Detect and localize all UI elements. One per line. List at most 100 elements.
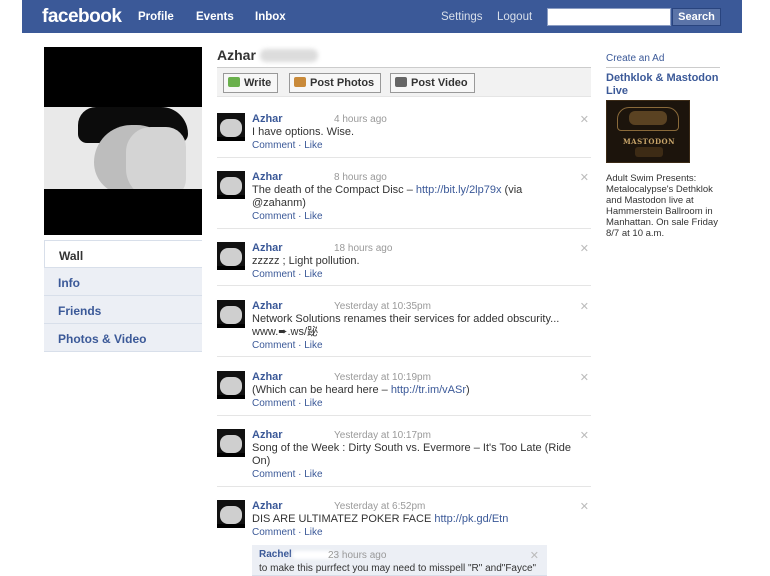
story-text: (Which can be heard here – http://tr.im/… bbox=[252, 384, 577, 397]
delete-comment-icon[interactable]: ✕ bbox=[530, 549, 539, 562]
create-ad-link[interactable]: Create an Ad bbox=[606, 53, 664, 64]
video-camera-icon bbox=[395, 77, 407, 87]
story-link[interactable]: http://tr.im/vASr bbox=[391, 384, 466, 396]
story-actions[interactable]: Comment · Like bbox=[252, 211, 323, 222]
ad-emblem-base bbox=[635, 147, 663, 157]
remove-story-icon[interactable]: ✕ bbox=[580, 500, 589, 513]
story-author[interactable]: Azhar bbox=[252, 500, 283, 512]
nav-events[interactable]: Events bbox=[196, 11, 234, 23]
comment-time[interactable]: 23 hours ago bbox=[328, 550, 386, 561]
author-avatar[interactable] bbox=[217, 242, 245, 270]
nav-profile[interactable]: Profile bbox=[138, 11, 174, 23]
comment-author[interactable]: Rachel bbox=[259, 549, 292, 560]
profile-picture[interactable] bbox=[44, 47, 202, 235]
author-avatar[interactable] bbox=[217, 171, 245, 199]
nav-inbox[interactable]: Inbox bbox=[255, 11, 286, 23]
story-text-body: Network Solutions renames their services… bbox=[252, 313, 560, 338]
remove-story-icon[interactable]: ✕ bbox=[580, 113, 589, 126]
speech-bubble-icon bbox=[228, 77, 240, 87]
wall-story: Azhar Yesterday at 10:19pm ✕ (Which can … bbox=[217, 371, 591, 416]
profile-name: Azhar bbox=[217, 47, 256, 63]
story-text: zzzzz ; Light pollution. bbox=[252, 255, 577, 268]
author-avatar[interactable] bbox=[217, 300, 245, 328]
story-time[interactable]: Yesterday at 10:17pm bbox=[334, 430, 431, 441]
tab-wall[interactable]: Wall bbox=[44, 240, 202, 268]
story-author[interactable]: Azhar bbox=[252, 242, 283, 254]
story-time[interactable]: 18 hours ago bbox=[334, 243, 392, 254]
story-time[interactable]: 8 hours ago bbox=[334, 172, 387, 183]
post-photos-button[interactable]: Post Photos bbox=[289, 73, 382, 93]
ad-title[interactable]: Dethklok & Mastodon Live bbox=[606, 72, 726, 98]
remove-story-icon[interactable]: ✕ bbox=[580, 171, 589, 184]
story-link[interactable]: http://pk.gd/Etn bbox=[434, 513, 508, 525]
remove-story-icon[interactable]: ✕ bbox=[580, 300, 589, 313]
remove-story-icon[interactable]: ✕ bbox=[580, 242, 589, 255]
author-avatar[interactable] bbox=[217, 429, 245, 457]
wall-story: Azhar Yesterday at 10:35pm ✕ Network Sol… bbox=[217, 300, 591, 357]
wall-story: Azhar 18 hours ago ✕ zzzzz ; Light pollu… bbox=[217, 242, 591, 286]
facebook-logo[interactable]: facebook bbox=[42, 6, 122, 28]
story-author[interactable]: Azhar bbox=[252, 371, 283, 383]
story-text-body: Song of the Week : Dirty South vs. Everm… bbox=[252, 442, 572, 467]
post-photos-label: Post Photos bbox=[310, 77, 375, 89]
story-author[interactable]: Azhar bbox=[252, 429, 283, 441]
story-text: The death of the Compact Disc – http://b… bbox=[252, 184, 577, 210]
story-actions[interactable]: Comment · Like bbox=[252, 469, 323, 480]
redacted-surname bbox=[260, 49, 318, 62]
author-avatar[interactable] bbox=[217, 500, 245, 528]
ad-image-label: MASTODON bbox=[622, 137, 676, 146]
story-time[interactable]: Yesterday at 6:52pm bbox=[334, 501, 425, 512]
story-time[interactable]: Yesterday at 10:19pm bbox=[334, 372, 431, 383]
tab-photos-video[interactable]: Photos & Video bbox=[44, 324, 202, 352]
publisher-bar: Write Post Photos Post Video bbox=[217, 67, 591, 97]
profile-tabs: Wall Info Friends Photos & Video bbox=[44, 240, 202, 352]
remove-story-icon[interactable]: ✕ bbox=[580, 371, 589, 384]
story-time[interactable]: Yesterday at 10:35pm bbox=[334, 301, 431, 312]
story-actions[interactable]: Comment · Like bbox=[252, 527, 323, 538]
story-actions[interactable]: Comment · Like bbox=[252, 340, 323, 351]
story-text: DIS ARE ULTIMATEZ POKER FACE http://pk.g… bbox=[252, 513, 577, 526]
wall-story: Azhar 8 hours ago ✕ The death of the Com… bbox=[217, 171, 591, 229]
story-text-body: I have options. Wise. bbox=[252, 126, 355, 138]
author-avatar[interactable] bbox=[217, 371, 245, 399]
story-link[interactable]: http://bit.ly/2lp79x bbox=[416, 184, 502, 196]
tab-info[interactable]: Info bbox=[44, 268, 202, 296]
ad-text: Adult Swim Presents: Metalocalypse's Det… bbox=[606, 173, 718, 239]
comment-box: Rachel 23 hours ago ✕ to make this purrf… bbox=[252, 545, 547, 576]
story-text-body: zzzzz ; Light pollution. bbox=[252, 255, 360, 267]
wall-story: Azhar Yesterday at 6:52pm ✕ DIS ARE ULTI… bbox=[217, 500, 591, 545]
write-button-label: Write bbox=[244, 77, 272, 89]
story-time[interactable]: 4 hours ago bbox=[334, 114, 387, 125]
author-avatar[interactable] bbox=[217, 113, 245, 141]
story-actions[interactable]: Comment · Like bbox=[252, 140, 323, 151]
wall-story: Azhar 4 hours ago ✕ I have options. Wise… bbox=[217, 113, 591, 158]
profile-picture-bottom-bar bbox=[44, 189, 202, 235]
story-text-body: DIS ARE ULTIMATEZ POKER FACE bbox=[252, 513, 435, 525]
story-actions[interactable]: Comment · Like bbox=[252, 269, 323, 280]
wall-story: Azhar Yesterday at 10:17pm ✕ Song of the… bbox=[217, 429, 591, 487]
story-author[interactable]: Azhar bbox=[252, 300, 283, 312]
post-video-label: Post Video bbox=[411, 77, 468, 89]
story-text-body: (Which can be heard here – bbox=[252, 384, 391, 396]
top-bar: facebook Profile Events Inbox Settings L… bbox=[22, 0, 742, 33]
story-text: Song of the Week : Dirty South vs. Everm… bbox=[252, 442, 577, 468]
ad-divider bbox=[606, 67, 720, 68]
nav-logout[interactable]: Logout bbox=[497, 11, 532, 23]
profile-picture-top-bar bbox=[44, 47, 202, 107]
story-author[interactable]: Azhar bbox=[252, 113, 283, 125]
story-actions[interactable]: Comment · Like bbox=[252, 398, 323, 409]
ad-image[interactable]: MASTODON bbox=[606, 100, 690, 163]
story-text: I have options. Wise. bbox=[252, 126, 577, 139]
photo-icon bbox=[294, 77, 306, 87]
post-video-button[interactable]: Post Video bbox=[390, 73, 475, 93]
search-input[interactable] bbox=[547, 8, 671, 26]
remove-story-icon[interactable]: ✕ bbox=[580, 429, 589, 442]
nav-settings[interactable]: Settings bbox=[441, 11, 483, 23]
story-text-body: The death of the Compact Disc – bbox=[252, 184, 416, 196]
story-author[interactable]: Azhar bbox=[252, 171, 283, 183]
ad-emblem-center bbox=[629, 111, 667, 125]
write-button[interactable]: Write bbox=[223, 73, 279, 93]
tab-friends[interactable]: Friends bbox=[44, 296, 202, 324]
comment-text: to make this purrfect you may need to mi… bbox=[259, 563, 537, 574]
search-button[interactable]: Search bbox=[672, 8, 721, 26]
